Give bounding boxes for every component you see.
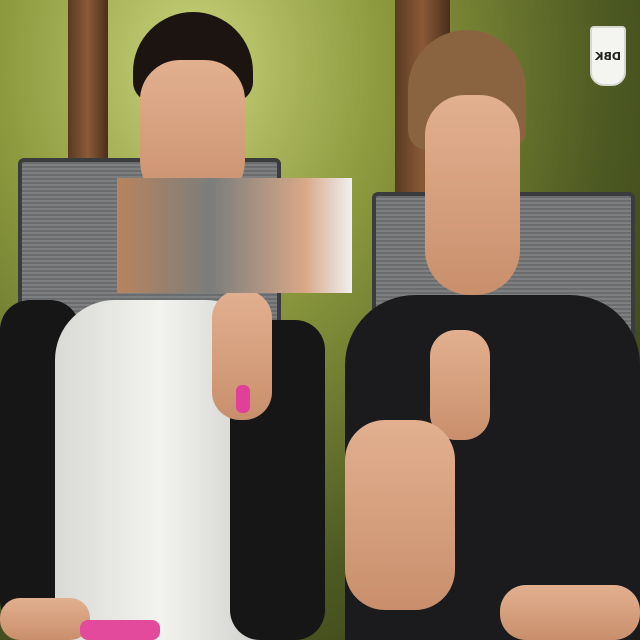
person-right-hand	[430, 330, 490, 440]
tree-trunk	[68, 0, 108, 170]
person-right-arm	[345, 420, 455, 610]
logo-text: DBK	[594, 49, 622, 63]
inset-patch	[117, 178, 352, 293]
pink-tool-bottom	[80, 620, 160, 640]
channel-logo: DBK	[590, 26, 626, 86]
person-right-lower-hand	[500, 585, 640, 640]
pink-tool	[236, 385, 250, 413]
person-left-lower-hand	[0, 598, 90, 640]
person-right-face	[425, 95, 520, 295]
